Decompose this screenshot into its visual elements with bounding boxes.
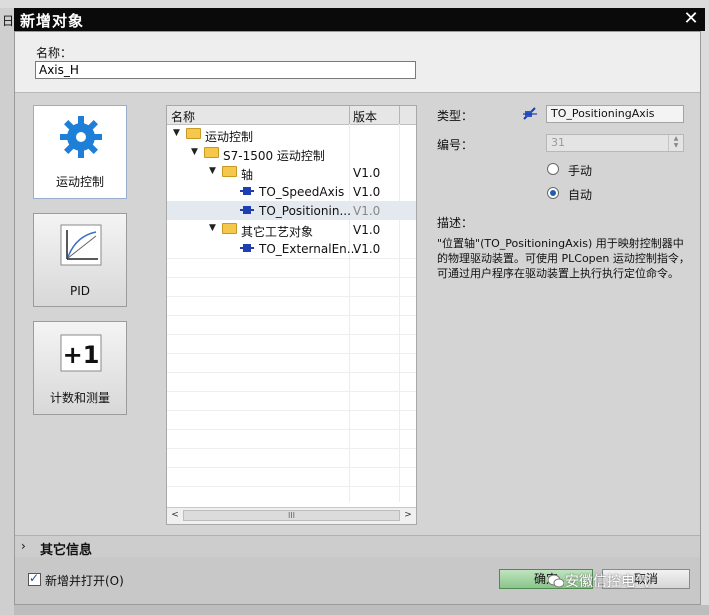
- pid-chart-icon: [60, 224, 102, 266]
- tree-row[interactable]: ▼ 轴 V1.0: [167, 163, 416, 182]
- horizontal-scrollbar[interactable]: < III >: [167, 507, 416, 524]
- category-motion-control[interactable]: 运动控制: [33, 105, 127, 199]
- tree-row[interactable]: TO_Positionin... V1.0: [167, 201, 416, 220]
- description-text: "位置轴"(TO_PositioningAxis) 用于映射控制器中的物理驱动装…: [437, 237, 690, 280]
- counter-badge: +1: [63, 341, 100, 369]
- category-counting-measuring[interactable]: +1 计数和测量: [33, 321, 127, 415]
- empty-row-line: [167, 448, 416, 449]
- type-field: TO_PositioningAxis: [546, 105, 684, 123]
- expand-arrow-icon[interactable]: ▼: [209, 166, 216, 176]
- expand-arrow-icon[interactable]: ▼: [173, 128, 180, 138]
- empty-row-line: [167, 391, 416, 392]
- empty-row-line: [167, 334, 416, 335]
- category-label: 运动控制: [55, 175, 104, 189]
- axis-object-icon: [523, 107, 537, 120]
- type-label: 类型：: [437, 109, 474, 123]
- radio-auto-label[interactable]: 自动: [568, 186, 592, 203]
- tree-row-name: TO_Positionin...: [259, 204, 351, 218]
- tree-row[interactable]: ▼ 其它工艺对象 V1.0: [167, 220, 416, 239]
- dialog-titlebar: 新增对象 ✕: [14, 8, 705, 31]
- expand-arrow-icon[interactable]: ▼: [209, 223, 216, 233]
- tree-row-name: 运动控制: [205, 130, 254, 144]
- folder-icon: [222, 166, 237, 177]
- empty-row-line: [167, 467, 416, 468]
- folder-icon: [186, 128, 201, 139]
- number-field[interactable]: 31 ▲ ▼: [546, 134, 684, 152]
- tree-row[interactable]: ▼ 运动控制: [167, 125, 416, 144]
- tree-row-name: TO_SpeedAxis: [259, 185, 345, 199]
- background-char: 日: [2, 14, 15, 28]
- empty-row-line: [167, 315, 416, 316]
- background-window-edge: 日: [0, 8, 14, 615]
- tree-row-name: 轴: [241, 168, 254, 182]
- tree-header: 名称 版本: [167, 106, 416, 125]
- empty-row-line: [167, 277, 416, 278]
- chevron-right-icon[interactable]: ›: [21, 539, 26, 553]
- tree-row-version: V1.0: [353, 223, 381, 237]
- empty-row-line: [167, 486, 416, 487]
- radio-manual[interactable]: [547, 163, 559, 175]
- scroll-right-button[interactable]: >: [402, 510, 414, 521]
- gear-icon: [60, 116, 102, 158]
- tree-row-version: V1.0: [353, 242, 381, 256]
- object-tree: 名称 版本 ▼ 运动控制 ▼ S7-1500 运动控制 ▼ 轴 V1.0 TO_SpeedAx…: [166, 105, 417, 525]
- tree-row[interactable]: TO_SpeedAxis V1.0: [167, 182, 416, 201]
- plus-one-icon: +1: [60, 334, 102, 372]
- tree-row-name: 其它工艺对象: [241, 225, 314, 239]
- more-info-bar[interactable]: › 其它信息: [15, 535, 700, 559]
- add-object-dialog: 名称： 运动控制: [14, 31, 701, 605]
- wechat-icon: [548, 574, 564, 588]
- technology-object-icon: [240, 206, 254, 214]
- tree-row[interactable]: ▼ S7-1500 运动控制: [167, 144, 416, 163]
- scroll-left-button[interactable]: <: [169, 510, 181, 521]
- scroll-thumb[interactable]: III: [183, 510, 400, 521]
- tree-row-version: V1.0: [353, 185, 381, 199]
- empty-row-line: [167, 353, 416, 354]
- radio-manual-label[interactable]: 手动: [568, 162, 592, 179]
- technology-object-icon: [240, 187, 254, 195]
- category-label: 计数和测量: [49, 391, 110, 405]
- tree-row[interactable]: TO_ExternalEn... V1.0: [167, 239, 416, 258]
- column-separator[interactable]: [399, 106, 400, 124]
- name-area: 名称：: [15, 32, 700, 92]
- name-label: 名称：: [36, 46, 73, 60]
- number-spinner[interactable]: ▲ ▼: [668, 135, 683, 151]
- more-info-label: 其它信息: [40, 543, 93, 558]
- expand-arrow-icon[interactable]: ▼: [191, 147, 198, 157]
- number-label: 编号：: [437, 138, 474, 152]
- background-statusbar: [14, 605, 709, 615]
- empty-row-line: [167, 258, 416, 259]
- folder-icon: [222, 223, 237, 234]
- radio-auto[interactable]: [547, 187, 559, 199]
- column-version-header[interactable]: 版本: [353, 108, 377, 125]
- empty-row-line: [167, 296, 416, 297]
- tree-row-name: TO_ExternalEn...: [259, 242, 359, 256]
- close-button[interactable]: ✕: [681, 9, 701, 29]
- column-separator[interactable]: [349, 106, 350, 124]
- watermark: 安徽信控电气: [565, 574, 649, 590]
- number-value: 31: [551, 136, 565, 149]
- empty-row-line: [167, 372, 416, 373]
- dialog-title: 新增对象: [20, 12, 85, 30]
- description-label: 描述：: [437, 216, 474, 230]
- category-pid[interactable]: PID: [33, 213, 127, 307]
- folder-icon: [204, 147, 219, 158]
- tree-row-version: V1.0: [353, 204, 381, 218]
- tree-row-name: S7-1500 运动控制: [223, 149, 325, 163]
- category-label: PID: [69, 284, 90, 298]
- add-and-open-checkbox[interactable]: [28, 571, 41, 586]
- name-input[interactable]: [35, 61, 416, 79]
- technology-object-icon: [240, 244, 254, 252]
- empty-row-line: [167, 410, 416, 411]
- add-and-open-label[interactable]: 新增并打开(O): [45, 572, 124, 589]
- dialog-body: 运动控制 PID +1 计数和测量 名称 版本 ▼ 运动控制 ▼ S7-1500…: [15, 92, 700, 536]
- tree-row-version: V1.0: [353, 166, 381, 180]
- empty-row-line: [167, 429, 416, 430]
- column-name-header[interactable]: 名称: [171, 108, 195, 125]
